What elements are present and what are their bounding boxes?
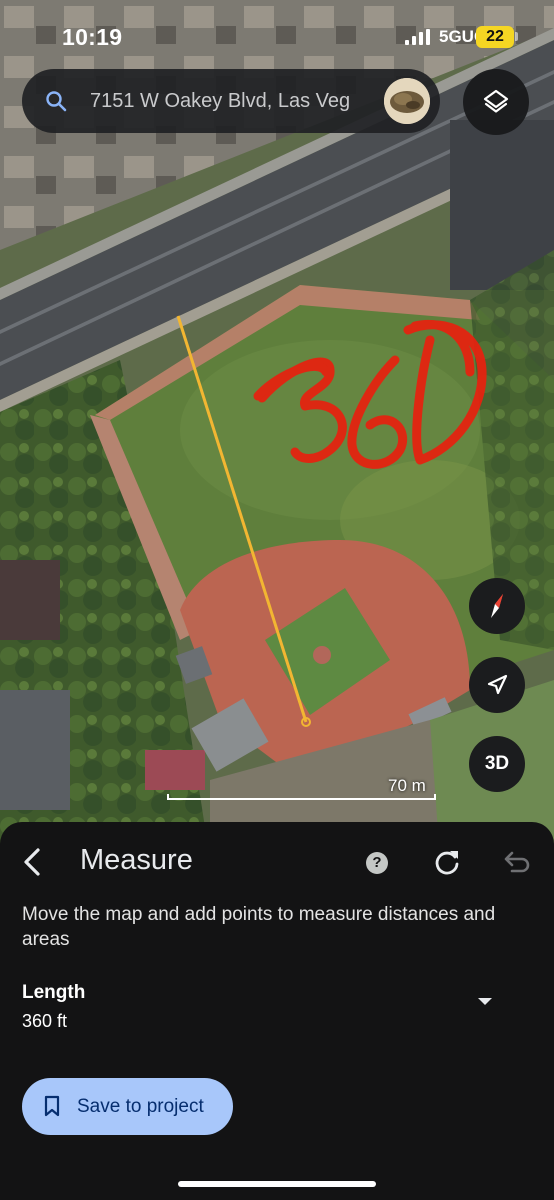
battery-tip [515,32,518,41]
layers-button[interactable] [463,69,529,135]
my-location-button[interactable] [469,657,525,713]
avatar-image [384,78,430,124]
compass-icon [491,594,503,618]
home-indicator [178,1181,376,1187]
compass-button[interactable] [469,578,525,634]
3d-toggle-button[interactable]: 3D [469,736,525,792]
battery-indicator: 22 [476,26,514,48]
search-icon[interactable] [44,89,68,113]
scale-bar [167,794,436,800]
status-bar: 10:19 5GUC 22 [0,0,554,70]
save-to-project-label: Save to project [77,1096,204,1117]
status-time: 10:19 [62,24,123,50]
page-title: Measure [80,844,193,876]
avatar[interactable] [384,78,430,124]
measure-instructions: Move the map and add points to measure d… [22,904,496,950]
navigation-arrow-icon [487,674,508,695]
search-bar[interactable] [22,69,440,133]
bookmark-icon [44,1095,60,1117]
refresh-icon[interactable] [432,847,462,877]
scale-label: 70 m [388,776,426,795]
undo-icon[interactable] [500,849,530,877]
length-value: 360 ft [22,1011,68,1031]
length-label: Length [22,982,86,1003]
cellular-signal-icon [405,29,430,45]
search-input[interactable] [90,83,380,119]
layers-icon [483,89,509,113]
unit-dropdown-icon[interactable] [470,992,500,1012]
help-button[interactable]: ? [366,852,388,874]
back-arrow-icon[interactable] [16,842,52,882]
measure-panel: Measure ? Move the map and add points to… [0,822,554,1200]
save-to-project-button[interactable]: Save to project [22,1078,233,1135]
